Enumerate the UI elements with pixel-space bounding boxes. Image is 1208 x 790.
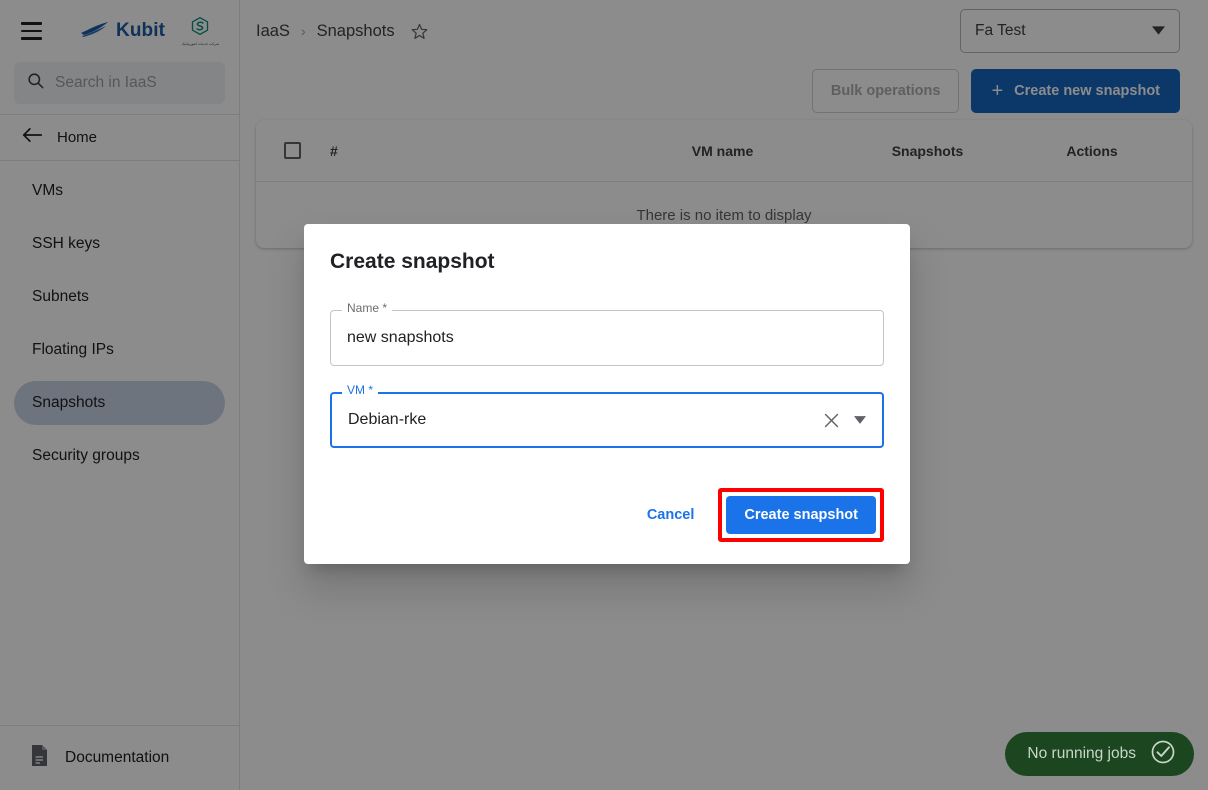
name-field-box[interactable] [330,310,884,366]
app-root: Kubit شرکت خدمات انفورماتیک Search in Ia… [0,0,1208,790]
vm-selected-value: Debian-rke [348,411,427,428]
vm-field-label: VM * [342,384,379,396]
vm-field-icons [823,412,866,429]
submit-highlight-annotation: Create snapshot [718,488,884,542]
vm-field-group: VM * Debian-rke [330,384,884,448]
dialog-title: Create snapshot [330,250,495,273]
create-snapshot-submit-button[interactable]: Create snapshot [726,496,876,534]
create-snapshot-dialog: Create snapshot Name * VM * Debian-rke [304,224,910,564]
dialog-body: Name * VM * Debian-rke [304,274,910,488]
check-circle-icon [1150,739,1176,770]
running-jobs-toast[interactable]: No running jobs [1005,732,1194,776]
cancel-button[interactable]: Cancel [633,497,709,533]
close-x-icon[interactable] [823,412,840,429]
name-field-label: Name * [342,302,393,314]
running-jobs-text: No running jobs [1027,745,1136,762]
dialog-footer: Cancel Create snapshot [304,488,910,564]
vm-field-box[interactable]: Debian-rke [330,392,884,448]
chevron-down-icon[interactable] [854,416,866,424]
name-input[interactable] [347,329,867,347]
name-field-group: Name * [330,302,884,366]
